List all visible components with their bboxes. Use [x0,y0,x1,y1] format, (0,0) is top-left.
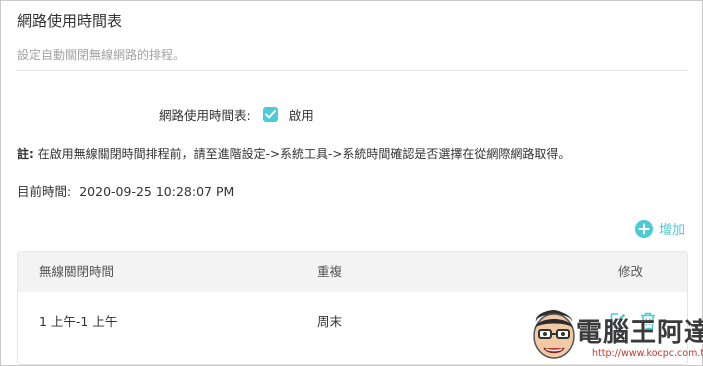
note-text: 在啟用無線關閉時間排程前，請至進階設定->系統工具->系統時間確認是否選擇在從網… [33,147,571,161]
note-prefix: 註: [17,147,34,161]
mascot-face-icon [533,310,575,359]
column-header-time: 無線關閉時間 [39,264,115,279]
watermark-title: 電腦王阿達 [576,318,703,348]
header-divider [17,70,687,71]
schedule-setting: 網路使用時間表: 啟用 [159,105,314,124]
watermark-url: http://www.kocpc.com.tw [592,348,703,359]
plus-circle-icon [634,219,653,238]
page-subtitle: 設定自動關閉無線網路的排程。 [17,48,186,62]
add-button[interactable]: 增加 [634,219,685,238]
current-time-value: 2020-09-25 10:28:07 PM [79,184,235,199]
watermark: 電腦王阿達 http://www.kocpc.com.tw [528,308,703,364]
column-header-modify: 修改 [618,264,644,279]
enable-checkbox[interactable] [262,107,278,122]
check-icon [264,110,276,119]
schedule-label: 網路使用時間表: [159,108,251,123]
current-time: 目前時間: 2020-09-25 10:28:07 PM [17,181,234,200]
column-header-repeat: 重複 [317,264,343,279]
current-time-label: 目前時間: [17,184,72,199]
row-time: 1 上午-1 上午 [39,314,118,329]
row-repeat: 周末 [317,314,343,329]
add-button-label[interactable]: 增加 [659,219,685,238]
schedule-note: 註: 在啟用無線關閉時間排程前，請至進階設定->系統工具->系統時間確認是否選擇… [17,145,570,162]
enable-checkbox-label[interactable]: 啟用 [289,105,314,124]
table-header: 無線關閉時間 重複 修改 [18,252,687,292]
page-title: 網路使用時間表 [17,12,123,30]
